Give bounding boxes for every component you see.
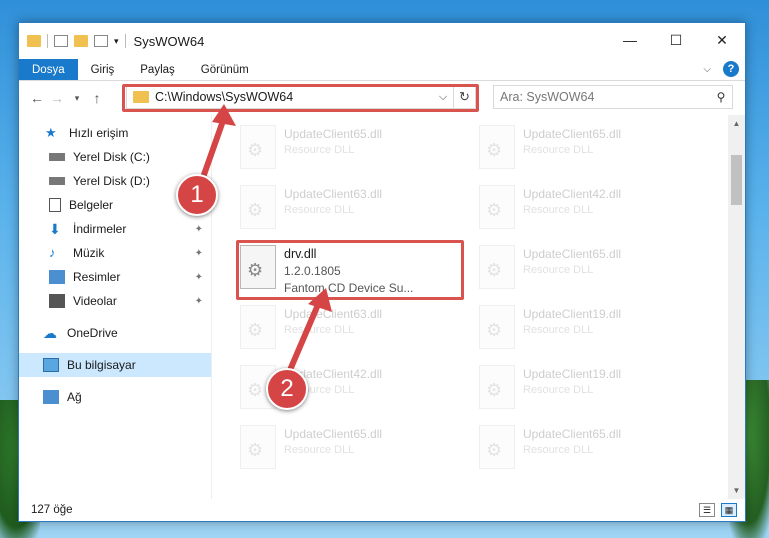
step-badge-1: 1 xyxy=(176,174,218,216)
arrowhead-1 xyxy=(212,104,236,126)
arrow-line-2 xyxy=(287,298,323,372)
arrowhead-2 xyxy=(308,288,332,312)
step-badge-2: 2 xyxy=(266,368,308,410)
annotation-arrows xyxy=(197,104,332,372)
